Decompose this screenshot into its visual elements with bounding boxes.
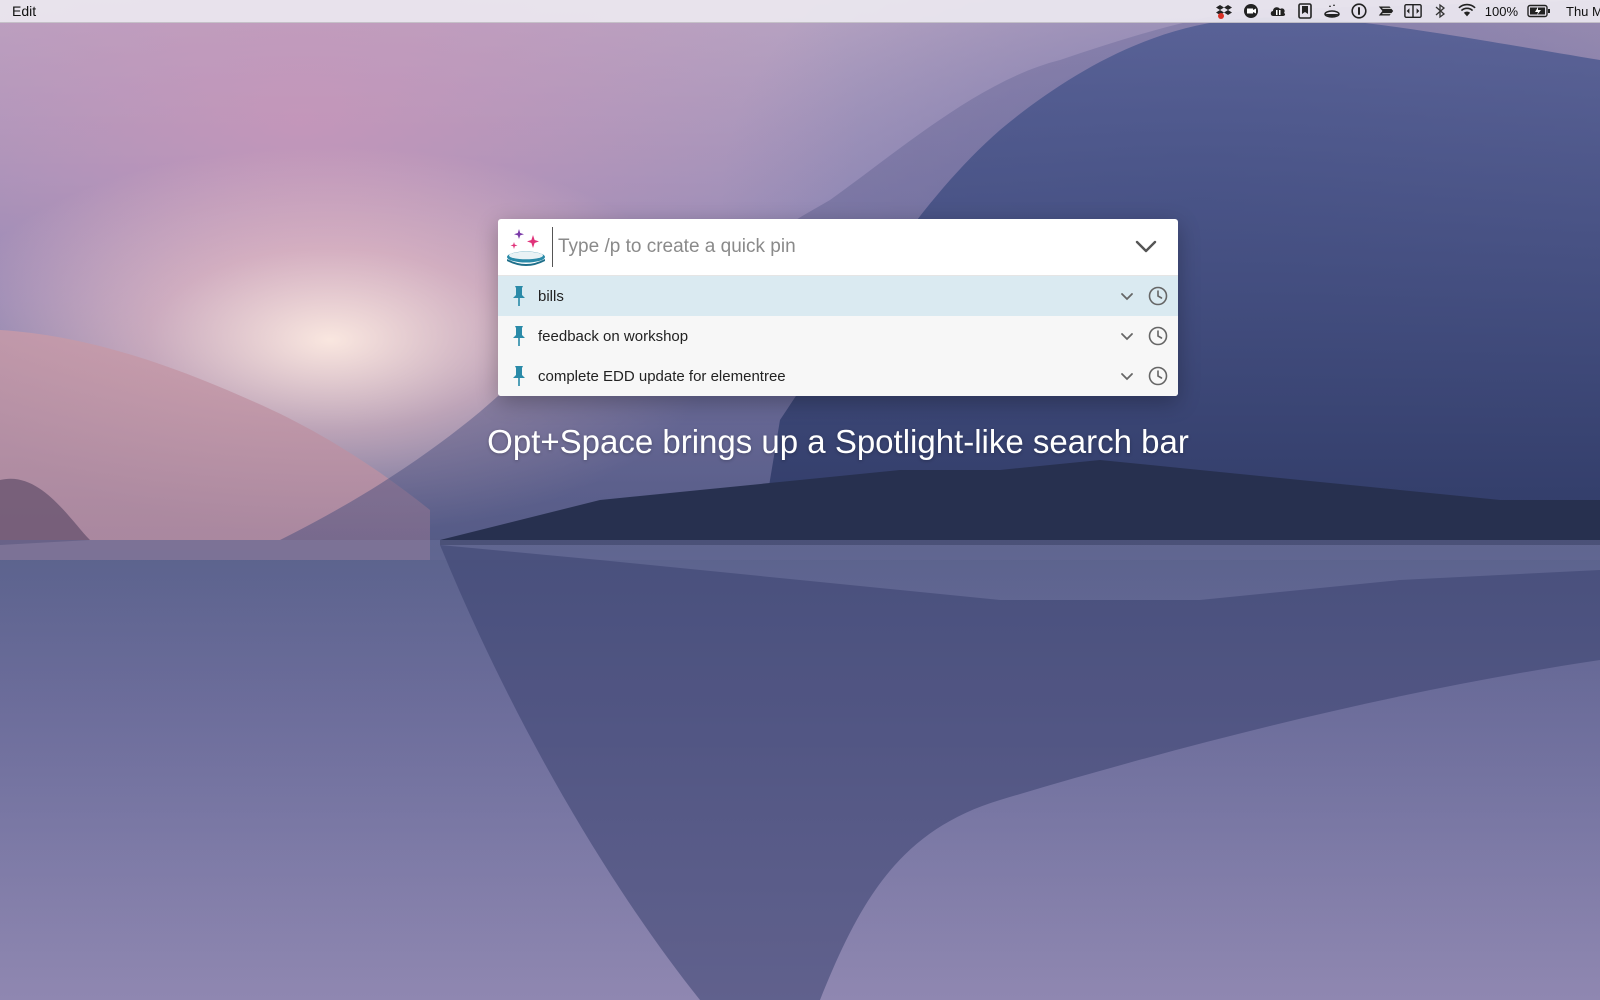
pin-icon (510, 365, 528, 387)
search-input[interactable] (552, 227, 1130, 267)
status-icons: 100% Thu M (1215, 0, 1600, 22)
clock-icon[interactable] (1146, 324, 1170, 348)
clock-icon[interactable] (1146, 284, 1170, 308)
wallpaper-reflection (440, 545, 1600, 1000)
app-logo-icon (504, 223, 548, 271)
1password-icon[interactable] (1350, 3, 1368, 19)
result-label: feedback on workshop (538, 327, 689, 345)
menu-edit[interactable]: Edit (12, 3, 36, 19)
search-row (498, 219, 1178, 276)
result-item[interactable]: feedback on workshop (498, 316, 1178, 356)
bolt-icon[interactable] (1377, 3, 1395, 19)
cloud-icon[interactable] (1269, 3, 1287, 19)
clock-icon[interactable] (1146, 364, 1170, 388)
chevron-down-icon[interactable] (1116, 285, 1138, 307)
menubar-clock[interactable]: Thu M (1566, 4, 1600, 19)
split-view-icon[interactable] (1403, 3, 1422, 19)
expand-chevron-icon[interactable] (1130, 231, 1162, 263)
dropbox-icon[interactable] (1215, 3, 1233, 19)
bluetooth-icon[interactable] (1431, 3, 1449, 19)
menu-bar: Edit 100% Thu M (0, 0, 1600, 23)
record-icon[interactable] (1242, 3, 1260, 19)
result-label: complete EDD update for elementree (538, 367, 786, 385)
battery-icon[interactable] (1527, 3, 1551, 19)
result-item[interactable]: bills (498, 276, 1178, 316)
pin-icon (510, 285, 528, 307)
caption-text: Opt+Space brings up a Spotlight-like sea… (487, 423, 1189, 460)
app-icon[interactable] (1323, 3, 1341, 19)
pin-icon (510, 325, 528, 347)
wifi-icon[interactable] (1458, 3, 1476, 19)
battery-percent[interactable]: 100% (1485, 4, 1518, 19)
wallpaper-lake (0, 540, 1600, 1000)
quick-pin-panel: bills feedback on workshop c (498, 219, 1178, 396)
bookmark-icon[interactable] (1296, 3, 1314, 19)
chevron-down-icon[interactable] (1116, 365, 1138, 387)
result-item[interactable]: complete EDD update for elementree (498, 356, 1178, 396)
result-label: bills (538, 287, 564, 305)
chevron-down-icon[interactable] (1116, 325, 1138, 347)
desktop: Edit 100% Thu M Type /p to create a quic… (0, 0, 1600, 1000)
